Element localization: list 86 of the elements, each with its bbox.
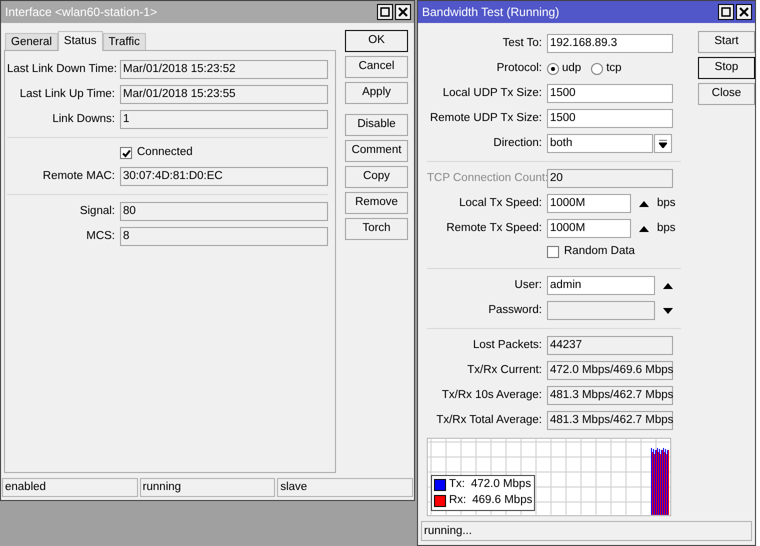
- field-label: Protocol:: [496, 60, 543, 76]
- readonly-field[interactable]: 481.3 Mbps/462.7 Mbps: [547, 386, 673, 405]
- field-label: Local Tx Speed:: [458, 196, 543, 211]
- field-label: TCP Connection Count:: [427, 170, 547, 186]
- field-label: Local UDP Tx Size:: [442, 86, 543, 101]
- tab[interactable]: Status: [58, 31, 103, 51]
- dialog-button[interactable]: OK: [345, 30, 408, 52]
- checkbox[interactable]: [120, 147, 132, 159]
- field-label: User:: [514, 278, 543, 293]
- radio-label: udp: [562, 60, 582, 76]
- status-cell: running: [140, 478, 276, 497]
- field-label: Password:: [487, 302, 543, 318]
- field-label: Remote Tx Speed:: [445, 220, 543, 236]
- up-arrow-icon[interactable]: [639, 226, 649, 232]
- dialog-button[interactable]: Cancel: [345, 56, 408, 78]
- readonly-field[interactable]: 472.0 Mbps/469.6 Mbps: [547, 361, 673, 380]
- close-button[interactable]: [736, 4, 752, 20]
- tab[interactable]: Traffic: [102, 33, 146, 50]
- close-button[interactable]: [395, 4, 411, 20]
- readonly-field[interactable]: Mar/01/2018 15:23:55: [120, 85, 328, 104]
- close-icon: [398, 7, 408, 17]
- field-label: Link Downs:: [51, 112, 116, 127]
- close-icon: [739, 7, 749, 17]
- checkbox-label: Connected: [137, 145, 193, 160]
- field-label: Remote UDP Tx Size:: [428, 110, 543, 126]
- checkbox-label: Random Data: [564, 244, 635, 260]
- maximize-button[interactable]: [718, 4, 734, 20]
- readonly-field[interactable]: 481.3 Mbps/462.7 Mbps: [547, 411, 673, 430]
- status-cell: enabled: [2, 478, 138, 497]
- window-title: Bandwidth Test (Running): [422, 4, 560, 21]
- checkbox[interactable]: [547, 246, 559, 258]
- field-label: Tx/Rx Total Average:: [435, 412, 543, 428]
- field-label: Tx/Rx 10s Average:: [440, 388, 543, 403]
- status-cell: slave: [277, 478, 414, 497]
- readonly-field[interactable]: 44237: [547, 336, 673, 355]
- input-field[interactable]: 1000M: [547, 219, 631, 238]
- dropdown-button[interactable]: [654, 134, 672, 153]
- dropdown-field[interactable]: both: [547, 134, 653, 153]
- readonly-field[interactable]: 30:07:4D:81:D0:EC: [120, 167, 328, 186]
- readonly-field[interactable]: 1: [120, 110, 328, 129]
- field-label: Tx/Rx Current:: [466, 362, 543, 378]
- readonly-field[interactable]: Mar/01/2018 15:23:52: [120, 60, 328, 79]
- down-arrow-icon[interactable]: [663, 308, 673, 314]
- input-field[interactable]: 1000M: [547, 194, 631, 213]
- tab[interactable]: General: [5, 33, 58, 50]
- dialog-button[interactable]: Apply: [345, 82, 408, 104]
- input-field[interactable]: 1500: [547, 84, 673, 103]
- dialog-button[interactable]: Remove: [345, 192, 408, 214]
- field-label: Test To:: [502, 36, 543, 51]
- dialog-button[interactable]: Torch: [345, 218, 408, 240]
- field-label: Direction:: [492, 136, 543, 151]
- field-label: Remote MAC:: [42, 168, 116, 184]
- radio-label: tcp: [606, 60, 622, 76]
- field-label: Lost Packets:: [472, 338, 543, 353]
- field-label: Signal:: [78, 204, 116, 219]
- dropdown-icon: [659, 140, 667, 148]
- up-arrow-icon[interactable]: [663, 282, 673, 288]
- dialog-button[interactable]: Stop: [698, 57, 755, 79]
- input-field[interactable]: 1500: [547, 109, 673, 128]
- legend-value: 472.0 Mbps: [470, 477, 532, 492]
- radio-button[interactable]: [591, 62, 604, 74]
- maximize-icon: [721, 7, 731, 17]
- field-label: Last Link Down Time:: [7, 62, 118, 77]
- dialog-button[interactable]: Disable: [345, 114, 408, 136]
- radio-button[interactable]: [547, 62, 559, 74]
- dialog-button[interactable]: Copy: [345, 166, 408, 188]
- legend-label: Tx:: [449, 477, 465, 492]
- up-arrow-icon[interactable]: [639, 200, 649, 206]
- maximize-button[interactable]: [377, 4, 393, 20]
- input-field[interactable]: 192.168.89.3: [547, 34, 673, 53]
- maximize-icon: [380, 7, 390, 17]
- readonly-field[interactable]: 8: [120, 227, 328, 246]
- readonly-field[interactable]: 80: [120, 202, 328, 221]
- dialog-button[interactable]: Comment: [345, 140, 408, 162]
- window-title: Interface <wlan60-station-1>: [5, 4, 158, 21]
- field-label: Last Link Up Time:: [18, 86, 116, 102]
- dialog-button[interactable]: Close: [698, 83, 755, 105]
- unit-label: bps: [657, 220, 676, 236]
- dialog-button[interactable]: Start: [698, 31, 755, 53]
- readonly-field[interactable]: [547, 301, 655, 320]
- input-field[interactable]: admin: [547, 276, 655, 295]
- status-cell: running...: [421, 521, 752, 541]
- unit-label: bps: [657, 196, 676, 211]
- field-label: MCS:: [85, 228, 116, 244]
- legend-label: Rx:: [449, 493, 466, 508]
- legend-value: 469.6 Mbps: [472, 493, 532, 508]
